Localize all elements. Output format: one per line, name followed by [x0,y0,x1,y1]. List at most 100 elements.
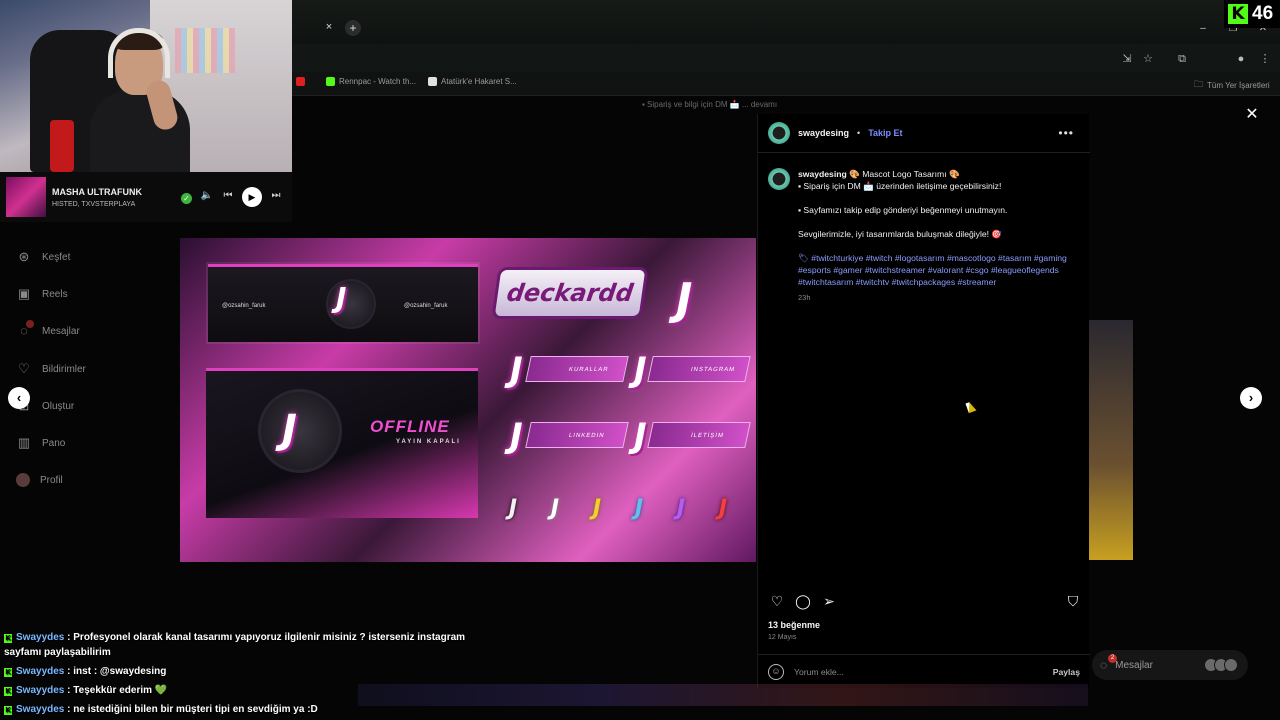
chat-username: Swayydes [16,685,65,696]
page-favicon-icon [428,77,437,86]
twitch-banner-mockup: J @ozsahin_faruk @ozsahin_faruk [208,264,478,342]
post-comment-button[interactable]: Paylaş [1053,667,1080,677]
more-options-icon[interactable]: ••• [1058,122,1074,144]
comment-input[interactable]: Yorum ekle... [794,667,844,677]
sidebar-item-dashboard[interactable]: ▥ Pano [16,435,66,451]
reels-icon: ▣ [17,286,31,301]
hashtags[interactable]: 🏷 #twitchturkiye #twitch #logotasarım #m… [798,252,1078,288]
emote-gold: J [592,496,602,521]
chat-username: Swayydes [16,666,65,677]
post-date: 12 Mayıs [768,634,797,641]
comment-bar: ☺ Yorum ekle... Paylaş [758,654,1090,688]
background-caption: ▪ Sipariş ve bilgi için DM 📩 ... devamı [642,100,778,109]
previous-track-icon[interactable]: ⏮ [221,189,235,203]
sidebar-item-reels[interactable]: ▣ Reels [16,286,68,302]
saved-check-icon[interactable]: ✓ [181,193,192,204]
extensions-icon[interactable]: ⧉ [1175,52,1189,66]
caption-username[interactable]: swaydesing [798,169,847,179]
viewer-count: 46 [1252,3,1274,24]
emoji-icon[interactable]: ☺ [768,663,784,680]
profile-icon [16,473,30,487]
panel-linkedin: LINKEDIN [525,422,629,448]
share-paper-plane-icon[interactable]: ➢ [820,592,838,610]
post-caption: swaydesing 🎨 Mascot Logo Tasarımı 🎨 ▪ Si… [768,168,1080,304]
like-count[interactable]: 13 beğenme [768,620,820,630]
comment-icon[interactable]: ◯ [794,592,812,610]
compass-icon: ⊛ [18,249,30,264]
headphones [108,28,170,78]
sidebar-item-messages[interactable]: ◌ Mesajlar [16,320,80,339]
post-header: swaydesing • Takip Et ••• [768,122,1080,144]
album-art [6,177,46,217]
close-tab-icon[interactable]: × [322,20,336,34]
new-tab-button[interactable]: + [345,20,361,36]
message-avatars [1204,658,1238,672]
install-icon[interactable]: ⇲ [1120,52,1134,66]
folder-icon: 🗀 [1194,79,1204,89]
chat-username: Swayydes [16,632,65,643]
minimize-icon[interactable]: – [1192,20,1214,38]
kick-badge-icon: K [4,668,12,677]
emote-red: J [718,496,728,521]
next-post-preview [1089,320,1133,560]
bookmark-star-icon[interactable]: ☆ [1141,52,1155,66]
youtube-bookmark-icon[interactable] [296,77,305,86]
avatar[interactable] [768,122,790,144]
play-button[interactable]: ▶ [242,187,262,207]
messenger-icon: ◌ [16,320,34,339]
panel-contact: İLETİŞİM [647,422,751,448]
kick-viewer-badge: K 46 [1224,0,1280,28]
green-heart-icon: 💚 [154,685,168,696]
profile-avatar-icon[interactable]: ● [1234,52,1248,66]
caption-avatar[interactable] [768,168,790,190]
heart-icon: ♡ [18,361,30,376]
track-artist: HISTED, TXVSTERPLAYA [52,201,136,208]
chat-message: K Swayydes : Profesyonel olarak kanal tas… [4,632,466,658]
post-time: 23h [798,293,811,302]
streamer-webcam [0,0,292,172]
sidebar-item-notifications[interactable]: ♡ Bildirimler [16,361,86,377]
bookmark-rennpac[interactable]: Rennpac - Watch th... [326,77,416,86]
dashboard-icon: ▥ [17,435,31,450]
messages-pill[interactable]: ◌ 2 Mesajlar [1092,650,1248,680]
volume-icon[interactable]: 🔈 [200,189,214,203]
chat-message: K Swayydes : inst : @swaydesing [4,666,167,677]
bookmark-ataturk[interactable]: Atatürk'e Hakaret S... [428,77,517,86]
sidebar-item-profile[interactable]: Profil [16,473,63,487]
like-heart-icon[interactable]: ♡ [768,592,786,610]
panel-rules: KURALLAR [525,356,629,382]
emote-purple: J [676,496,686,521]
messenger-icon: ◌ 2 [1100,654,1117,672]
kick-favicon-icon [326,77,335,86]
post-image: J @ozsahin_faruk @ozsahin_faruk J OFFLIN… [180,238,756,562]
music-player: MASHA ULTRAFUNK HISTED, TXVSTERPLAYA 🔈 ⏮… [0,172,292,222]
kick-badge-icon: K [4,634,12,643]
kick-logo-icon: K [1228,4,1248,24]
sidebar-item-explore[interactable]: ⊛ Keşfet [16,249,71,265]
brand-logo-text: deckardd [494,270,646,316]
offline-screen-mockup: J OFFLINE YAYIN KAPALI [206,368,478,518]
post-username[interactable]: swaydesing [798,128,849,138]
emote-blue: J [634,496,644,521]
previous-post-button[interactable]: ‹ [8,387,30,409]
mascot-logo: J [676,274,693,325]
post-details-panel: swaydesing • Takip Et ••• swaydesing 🎨 M… [757,114,1090,688]
follow-button[interactable]: Takip Et [868,128,902,138]
next-post-button[interactable]: › [1240,387,1262,409]
panel-instagram: INSTAGRAM [647,356,751,382]
kick-badge-icon: K [4,687,12,696]
browser-menu-icon[interactable]: ⋮ [1258,52,1272,66]
save-bookmark-icon[interactable]: ⛉ [1064,592,1082,610]
chat-message: K Swayydes : ne istediğini bilen bir müşt… [4,704,318,715]
close-modal-icon[interactable]: ✕ [1243,106,1261,124]
post-actions: ♡ ◯ ➢ ⛉ [768,592,1084,610]
emote-silver: J [550,496,560,521]
kick-badge-icon: K [4,706,12,715]
browser-tab-strip [292,0,1280,44]
chat-message: K Swayydes : Teşekkür ederim 💚 [4,685,168,696]
next-track-icon[interactable]: ⏭ [269,189,283,203]
track-title: MASHA ULTRAFUNK [52,187,142,197]
all-bookmarks-folder[interactable]: 🗀 Tüm Yer İşaretleri [1194,77,1270,93]
chat-username: Swayydes [16,704,65,715]
emote-white: J [508,496,518,521]
